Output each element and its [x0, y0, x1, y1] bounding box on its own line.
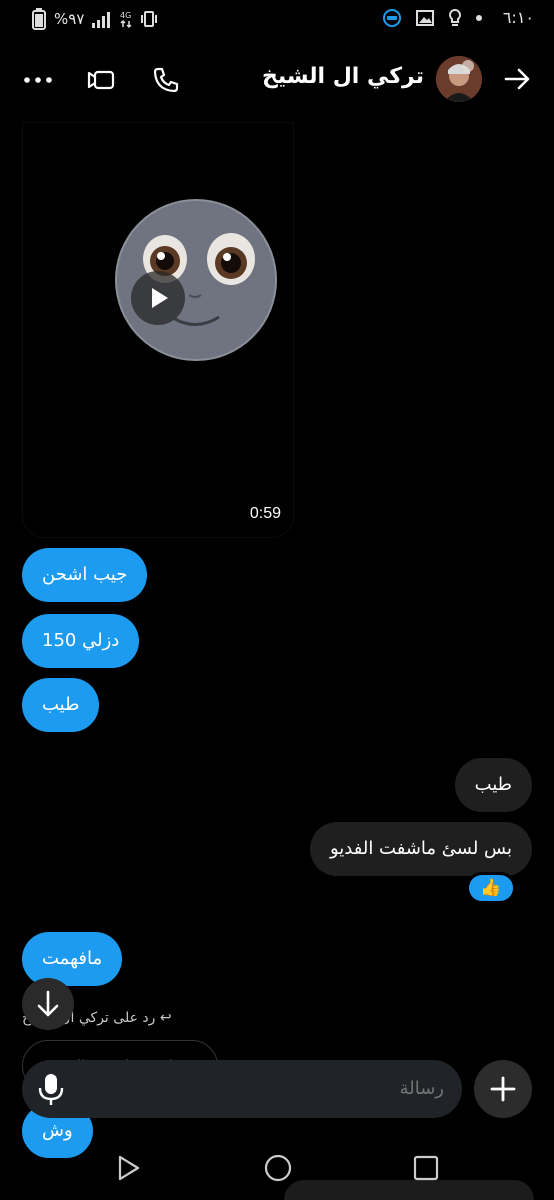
- play-icon[interactable]: [131, 271, 185, 325]
- dot-icon: [476, 15, 482, 21]
- arrow-down-icon: [37, 990, 59, 1017]
- message-incoming[interactable]: دزلي 150: [22, 614, 140, 668]
- signal-icon: [92, 12, 111, 28]
- microphone-icon[interactable]: [36, 1072, 66, 1106]
- bulb-icon: [449, 8, 461, 26]
- video-camera-icon[interactable]: [86, 64, 118, 96]
- phone-icon[interactable]: [150, 64, 182, 96]
- video-duration: 0:59: [249, 505, 281, 522]
- messenger-icon: [383, 9, 401, 27]
- message-incoming[interactable]: جيب اشحن: [22, 548, 148, 602]
- vibrate-icon: [141, 11, 158, 27]
- recents-square-icon[interactable]: [410, 1152, 442, 1184]
- message-composer[interactable]: [22, 1060, 462, 1118]
- add-attachment-button[interactable]: [474, 1060, 532, 1118]
- scroll-down-button[interactable]: [22, 978, 74, 1030]
- system-nav-bar: [0, 1140, 554, 1200]
- message-incoming[interactable]: طيب: [22, 678, 100, 732]
- chat-header: تركي ال الشيخ: [0, 50, 554, 112]
- reply-arrow-icon: ↩: [159, 1010, 172, 1026]
- reaction-badge[interactable]: 👍: [466, 872, 516, 904]
- status-bar: ٦:١٠ %٩٧ 4G: [0, 0, 554, 40]
- arrow-right-icon[interactable]: [502, 64, 532, 94]
- video-message[interactable]: 0:59: [22, 122, 294, 538]
- message-outgoing[interactable]: بس لسئ ماشفت الفديو: [309, 822, 532, 876]
- message-outgoing[interactable]: طيب: [454, 758, 532, 812]
- back-triangle-icon[interactable]: [112, 1152, 144, 1184]
- network-4g-icon: 4G: [120, 11, 132, 29]
- more-dots-icon[interactable]: [22, 64, 54, 96]
- svg-text:4G: 4G: [120, 11, 131, 20]
- gallery-icon: [416, 10, 434, 26]
- battery-icon: [32, 8, 46, 30]
- plus-icon: [490, 1076, 516, 1102]
- contact-name[interactable]: تركي ال الشيخ: [262, 64, 424, 89]
- message-input[interactable]: [104, 1060, 444, 1118]
- status-time: ٦:١٠: [502, 8, 534, 27]
- avatar[interactable]: [436, 56, 482, 102]
- battery-percent: %٩٧: [54, 10, 85, 28]
- home-circle-icon[interactable]: [262, 1152, 294, 1184]
